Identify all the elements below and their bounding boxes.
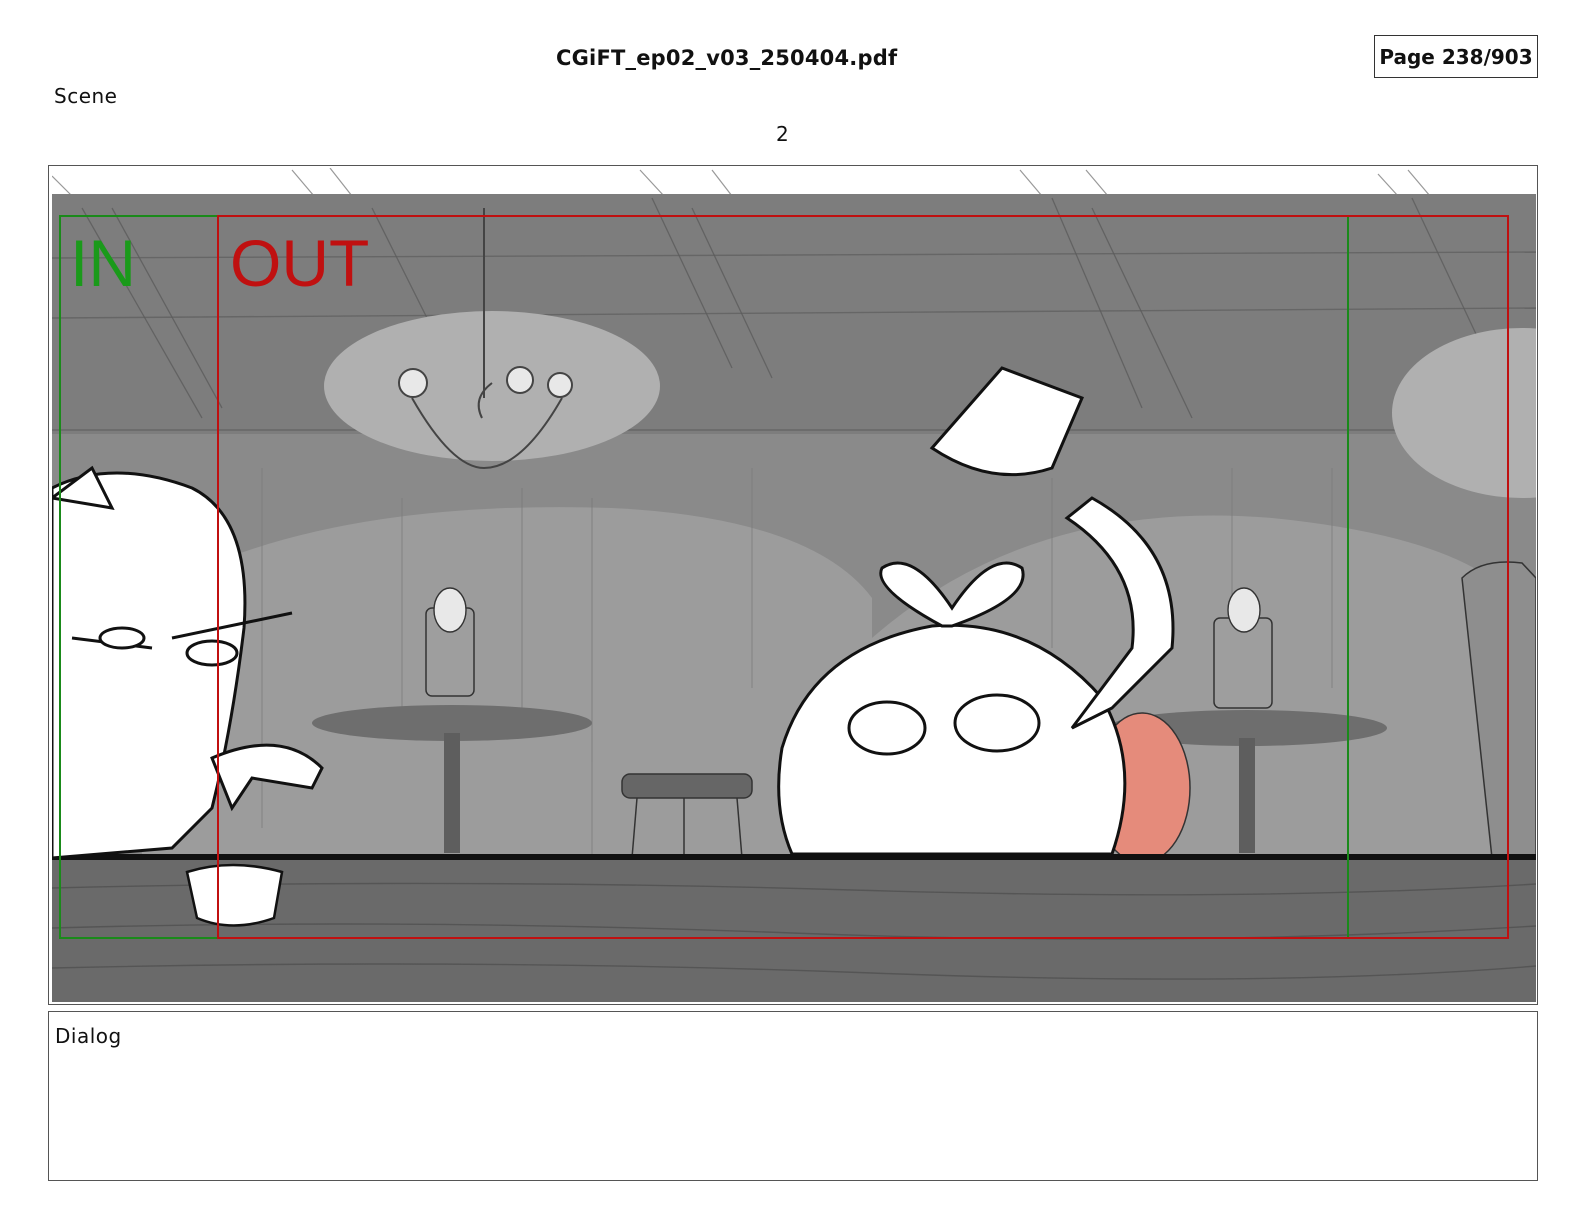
scene-label: Scene	[54, 84, 118, 108]
dialog-label: Dialog	[55, 1024, 122, 1048]
teacup-icon	[185, 863, 284, 927]
chandelier-light	[324, 311, 660, 461]
page-number-box: Page 238/903	[1374, 35, 1538, 78]
dialog-box: Dialog	[48, 1011, 1538, 1181]
scene-number: 2	[776, 122, 789, 146]
in-marker: IN	[70, 226, 136, 300]
out-marker: OUT	[230, 226, 370, 300]
storyboard-panel: IN OUT	[52, 168, 1536, 1002]
document-title: CGiFT_ep02_v03_250404.pdf	[556, 46, 898, 70]
